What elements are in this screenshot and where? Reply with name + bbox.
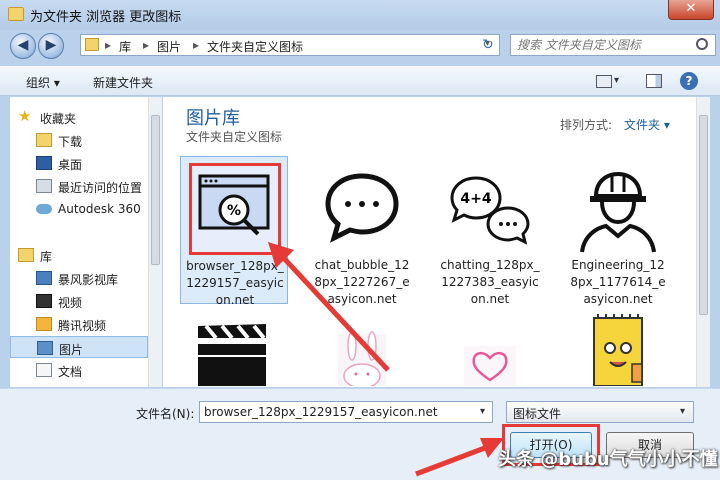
- sidebar-item-label: 暴风影视库: [58, 273, 119, 287]
- library-title: 图片库: [186, 108, 240, 129]
- download-folder-icon: [36, 133, 52, 147]
- sidebar-item-label: 腾讯视频: [58, 319, 107, 333]
- sidebar-item-label: 视频: [58, 296, 83, 310]
- file-name-line: Engineering_12: [571, 258, 665, 272]
- sidebar-item-tencent-video[interactable]: 腾讯视频: [10, 313, 148, 335]
- navigation-pane: ★ 收藏夹 下载 桌面 最近访问的位置 Autodesk 360 库 暴风影视库…: [10, 97, 162, 387]
- back-button[interactable]: ◀: [10, 33, 36, 59]
- address-bar[interactable]: ▸ 库 ▸ 图片 ▸ 文件夹自定义图标 ▾: [80, 34, 500, 56]
- chevron-right-icon: ▸: [143, 38, 150, 52]
- chevron-right-icon: ▸: [105, 38, 112, 52]
- annotation-arrow-icon: [268, 242, 390, 372]
- scrollbar-thumb[interactable]: [151, 115, 160, 265]
- filetype-select[interactable]: 图标文件: [506, 401, 694, 423]
- documents-icon: [36, 363, 52, 377]
- filename-input[interactable]: browser_128px_1229157_easyicon.net: [199, 401, 493, 423]
- breadcrumb-item[interactable]: 文件夹自定义图标: [207, 38, 303, 55]
- sidebar-item-libraries[interactable]: 库: [10, 244, 148, 266]
- sidebar-item-video[interactable]: 视频: [10, 290, 148, 312]
- chatting-icon: 4+4: [444, 162, 536, 254]
- scrollbar-thumb[interactable]: [699, 115, 708, 315]
- recent-places-icon: [36, 179, 52, 193]
- library-icon: [18, 248, 34, 262]
- folder-app-icon: [8, 7, 24, 21]
- sidebar-item-label: 下载: [58, 135, 83, 149]
- sidebar-item-label: 最近访问的位置: [58, 181, 143, 195]
- desktop-icon: [36, 156, 52, 170]
- sidebar-item-favorites[interactable]: ★ 收藏夹: [10, 106, 148, 128]
- sidebar-item-baofeng[interactable]: 暴风影视库: [10, 267, 148, 289]
- window-title: 为文件夹 浏览器 更改图标: [30, 10, 182, 25]
- arrange-by-label: 排列方式:: [560, 118, 613, 132]
- sidebar-item-label: 桌面: [58, 158, 83, 172]
- chevron-down-icon[interactable]: ▾: [480, 406, 485, 417]
- new-folder-button[interactable]: 新建文件夹: [93, 74, 153, 91]
- sidebar-item-recent[interactable]: 最近访问的位置: [10, 175, 148, 197]
- sidebar-item-autodesk[interactable]: Autodesk 360: [10, 198, 148, 220]
- sidebar-item-label: 库: [40, 250, 53, 264]
- chevron-right-icon: ▸: [193, 38, 200, 52]
- help-icon[interactable]: ?: [680, 72, 698, 90]
- sidebar-item-label: 图片: [59, 343, 84, 357]
- pictures-icon: [37, 341, 53, 355]
- file-tile[interactable]: 4+4 chatting_128px_ 1227383_easyic on.ne…: [436, 156, 544, 306]
- search-input[interactable]: [510, 34, 716, 56]
- sidebar-scrollbar[interactable]: [148, 97, 162, 387]
- file-name-line: asyicon.net: [583, 292, 653, 306]
- file-name-line: on.net: [470, 292, 510, 306]
- file-name-line: 1227383_easyic: [441, 275, 539, 289]
- forward-button[interactable]: ▶: [38, 33, 64, 59]
- sidebar-item-label: 收藏夹: [40, 112, 77, 126]
- sidebar-item-label: 文档: [58, 365, 83, 379]
- notepad-character-icon: [593, 314, 643, 386]
- sidebar-item-pictures[interactable]: 图片: [10, 336, 148, 358]
- sidebar-item-downloads[interactable]: 下载: [10, 129, 148, 151]
- refresh-icon[interactable]: ↻: [482, 37, 494, 53]
- video-icon: [36, 294, 52, 308]
- file-name-line: 8px_1177614_e: [570, 275, 666, 289]
- file-name-line: chatting_128px_: [440, 258, 540, 272]
- video-library-icon: [36, 271, 52, 285]
- folder-icon: [85, 38, 99, 51]
- svg-text:%: %: [227, 203, 241, 219]
- close-button[interactable]: ✕: [668, 0, 714, 20]
- file-tile[interactable]: [578, 312, 658, 386]
- arrange-by-dropdown[interactable]: 文件夹 ▾: [624, 116, 670, 133]
- chevron-down-icon[interactable]: ▾: [680, 406, 685, 417]
- star-icon: ★: [18, 107, 32, 125]
- breadcrumb-item[interactable]: 图片: [157, 38, 181, 55]
- engineer-icon: [572, 162, 664, 254]
- annotation-arrow-icon: [415, 438, 504, 477]
- filename-label: 文件名(N):: [136, 407, 195, 421]
- sidebar-item-label: Autodesk 360: [58, 202, 141, 216]
- breadcrumb-item[interactable]: 库: [119, 38, 131, 55]
- file-tile[interactable]: [460, 346, 520, 386]
- file-tile[interactable]: Engineering_12 8px_1177614_e asyicon.net: [564, 156, 672, 306]
- heart-icon: [464, 346, 516, 386]
- preview-pane-icon[interactable]: [646, 74, 662, 88]
- view-options-icon[interactable]: [596, 75, 612, 88]
- svg-text:4+4: 4+4: [460, 191, 491, 207]
- organize-button[interactable]: 组织 ▾: [26, 74, 60, 91]
- chevron-down-icon[interactable]: ▾: [614, 75, 619, 86]
- sidebar-item-documents[interactable]: 文档: [10, 359, 148, 381]
- sidebar-item-desktop[interactable]: 桌面: [10, 152, 148, 174]
- content-scrollbar[interactable]: [696, 97, 710, 387]
- watermark: 头条 @bubu气气小小不懂: [498, 449, 718, 470]
- folder-icon: [36, 317, 52, 331]
- search-icon[interactable]: [696, 38, 708, 50]
- cloud-icon: [36, 204, 52, 214]
- library-subtitle: 文件夹自定义图标: [186, 130, 283, 144]
